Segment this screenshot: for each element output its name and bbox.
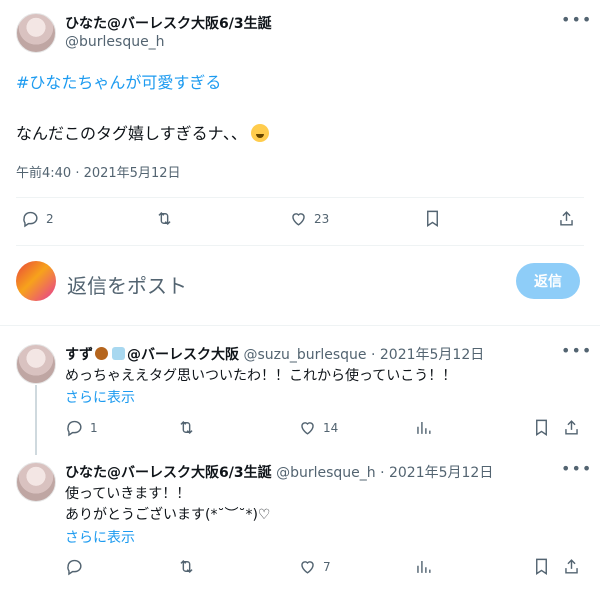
bookmark-button[interactable] bbox=[532, 418, 551, 437]
loudly-crying-face-icon bbox=[250, 124, 269, 142]
retweet-button[interactable] bbox=[155, 209, 174, 228]
share-button[interactable] bbox=[562, 418, 581, 437]
reply-icon bbox=[67, 559, 82, 576]
bookmark-button[interactable] bbox=[423, 209, 442, 228]
separator: · bbox=[380, 465, 385, 481]
reply-header: すず @バーレスク大阪 @suzu_burlesque · 2021年5月12日 bbox=[65, 344, 484, 364]
views-button[interactable] bbox=[414, 418, 433, 437]
reply-author-name-text: すず bbox=[65, 347, 93, 363]
divider bbox=[16, 197, 584, 198]
reply-author-avatar[interactable] bbox=[16, 344, 56, 384]
teddy-bear-icon bbox=[95, 347, 108, 360]
like-button[interactable]: 23 bbox=[289, 209, 329, 228]
divider bbox=[0, 325, 600, 326]
retweet-icon bbox=[180, 420, 193, 435]
tweet-text-content: なんだこのタグ嬉しすぎるナ、、 bbox=[16, 124, 247, 143]
reply-text: めっちゃええタグ思いついたわ！！これから使っていこう！！ bbox=[65, 368, 457, 384]
reply-author-display-name[interactable]: ひなた@バーレスク大阪6/3生誕 bbox=[65, 465, 272, 481]
tweet-timestamp[interactable]: 午前4:40 · 2021年5月12日 bbox=[16, 162, 181, 181]
reply-author-handle[interactable]: @suzu_burlesque bbox=[243, 347, 366, 363]
bookmark-icon bbox=[427, 210, 438, 227]
show-more-link[interactable]: さらに表示 bbox=[65, 387, 135, 407]
reply-button[interactable] bbox=[65, 557, 90, 576]
baby-bottle-icon bbox=[112, 347, 125, 360]
divider bbox=[16, 245, 584, 246]
like-button[interactable]: 7 bbox=[298, 557, 331, 576]
reply-text-line: ありがとうございます(*˘︶˘*)♡ bbox=[65, 507, 271, 523]
author-display-name[interactable]: ひなた@バーレスク大阪6/3生誕 bbox=[65, 13, 272, 33]
like-count: 23 bbox=[314, 211, 330, 226]
reply-count: 1 bbox=[90, 420, 98, 435]
views-icon bbox=[417, 421, 431, 434]
author-handle[interactable]: @burlesque_h bbox=[65, 34, 165, 50]
reply-action-bar: 1 14 bbox=[0, 418, 600, 442]
reply-button[interactable]: 2 bbox=[21, 209, 54, 228]
share-icon bbox=[565, 420, 578, 435]
reply-input[interactable]: 返信をポスト bbox=[67, 270, 187, 299]
reply-composer: 返信をポスト 返信 bbox=[0, 252, 600, 314]
tweet-text: なんだこのタグ嬉しすぎるナ、、 bbox=[16, 120, 269, 144]
reply-action-bar: 7 bbox=[0, 557, 600, 581]
share-button[interactable] bbox=[557, 209, 576, 228]
share-icon bbox=[560, 211, 573, 226]
reply-button[interactable]: 1 bbox=[65, 418, 98, 437]
reply-tweet: ひなた@バーレスク大阪6/3生誕 @burlesque_h · 2021年5月1… bbox=[0, 459, 600, 552]
bookmark-button[interactable] bbox=[532, 557, 551, 576]
reply-icon bbox=[67, 420, 82, 437]
bookmark-icon bbox=[536, 558, 547, 575]
reply-submit-button[interactable]: 返信 bbox=[516, 263, 580, 299]
current-user-avatar[interactable] bbox=[16, 261, 56, 301]
author-avatar[interactable] bbox=[16, 13, 56, 53]
retweet-button[interactable] bbox=[177, 557, 196, 576]
share-icon bbox=[565, 559, 578, 574]
separator: · bbox=[370, 347, 376, 363]
reply-author-name-suffix: @バーレスク大阪 bbox=[127, 347, 239, 363]
reply-author-avatar[interactable] bbox=[16, 462, 56, 502]
show-more-link[interactable]: さらに表示 bbox=[65, 527, 135, 547]
hashtag-link[interactable]: #ひなたちゃんが可愛すぎる bbox=[16, 69, 221, 93]
like-button[interactable]: 14 bbox=[298, 418, 338, 437]
reply-header: ひなた@バーレスク大阪6/3生誕 @burlesque_h · 2021年5月1… bbox=[65, 462, 493, 482]
more-icon[interactable]: ••• bbox=[561, 10, 592, 29]
like-count: 7 bbox=[323, 559, 331, 574]
share-button[interactable] bbox=[562, 557, 581, 576]
bookmark-icon bbox=[536, 419, 547, 436]
like-count: 14 bbox=[323, 420, 339, 435]
reply-count: 2 bbox=[46, 211, 54, 226]
heart-icon bbox=[292, 213, 305, 226]
reply-date[interactable]: 2021年5月12日 bbox=[389, 465, 493, 481]
more-icon[interactable]: ••• bbox=[561, 341, 592, 360]
retweet-icon bbox=[180, 559, 193, 574]
heart-icon bbox=[301, 561, 314, 574]
heart-icon bbox=[301, 422, 314, 435]
reply-date[interactable]: 2021年5月12日 bbox=[380, 347, 484, 363]
retweet-icon bbox=[158, 211, 171, 226]
views-button[interactable] bbox=[414, 557, 433, 576]
reply-text-line: 使っていきます！！ bbox=[65, 486, 191, 502]
views-icon bbox=[417, 560, 431, 573]
more-icon[interactable]: ••• bbox=[561, 459, 592, 478]
reply-author-display-name[interactable]: すず @バーレスク大阪 bbox=[65, 347, 239, 363]
retweet-button[interactable] bbox=[177, 418, 196, 437]
reply-author-handle[interactable]: @burlesque_h bbox=[276, 465, 376, 481]
reply-icon bbox=[23, 211, 38, 228]
main-action-bar: 2 23 bbox=[0, 209, 600, 233]
